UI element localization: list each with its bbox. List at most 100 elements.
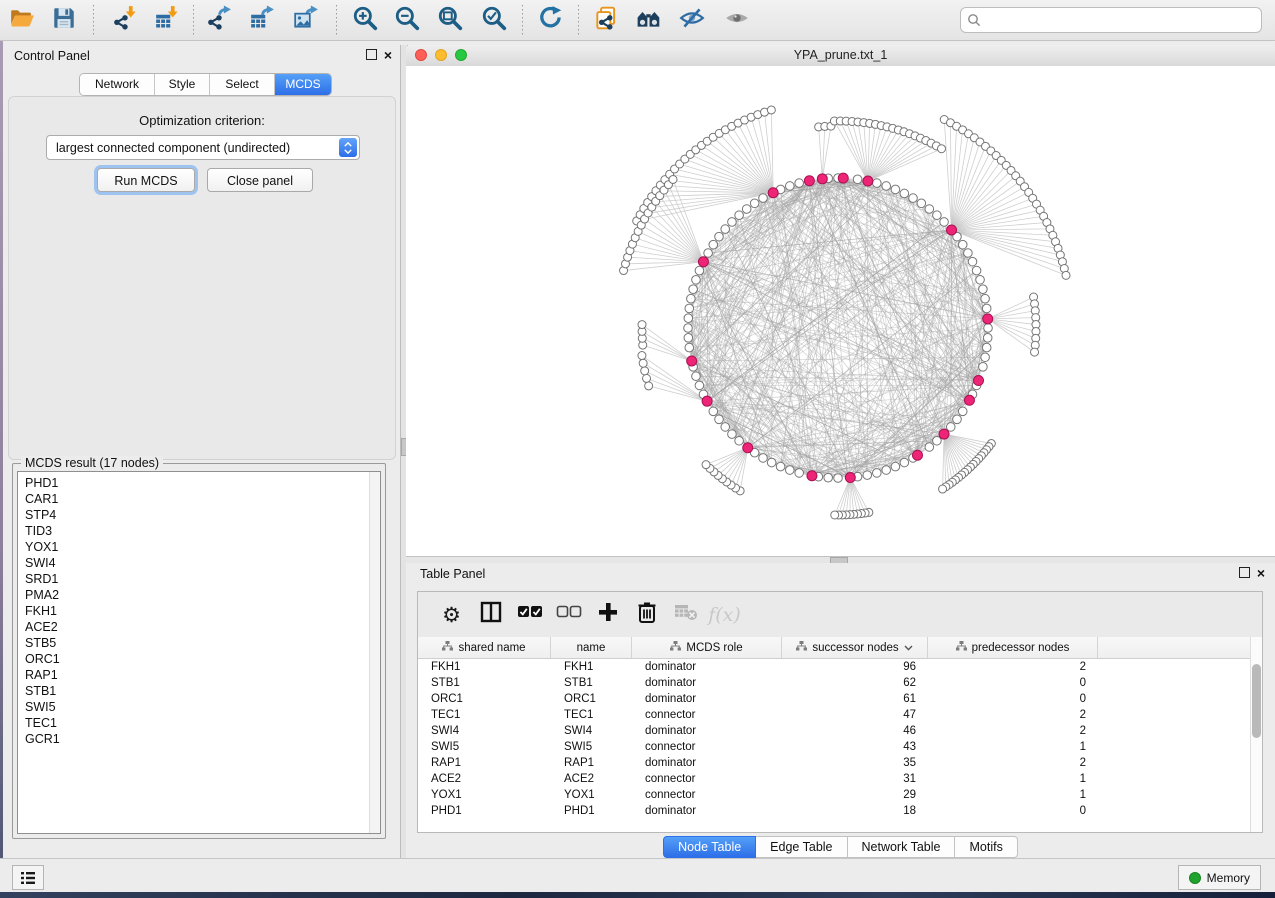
network-node[interactable] (853, 175, 862, 184)
result-node-item[interactable]: RAP1 (18, 667, 380, 683)
result-node-item[interactable]: SRD1 (18, 571, 380, 587)
zoom-selected-button[interactable] (476, 3, 512, 37)
export-network-button[interactable] (201, 3, 237, 37)
show-all-button[interactable] (719, 3, 755, 37)
result-node-item[interactable]: PHD1 (18, 475, 380, 491)
network-node[interactable] (940, 218, 949, 227)
network-hub-node[interactable] (964, 395, 974, 405)
table-row[interactable]: ACE2ACE2connector311 (418, 771, 1250, 787)
table-row[interactable]: SWI4SWI4dominator462 (418, 723, 1250, 739)
deselect-all-rows-button[interactable] (549, 598, 588, 632)
search-input[interactable] (985, 12, 1255, 28)
network-node[interactable] (979, 363, 988, 372)
tab-mcds[interactable]: MCDS (275, 74, 331, 95)
network-node[interactable] (981, 294, 990, 303)
network-leaf-node[interactable] (831, 511, 839, 519)
network-node[interactable] (795, 469, 804, 478)
network-node[interactable] (728, 218, 737, 227)
result-node-item[interactable]: STP4 (18, 507, 380, 523)
network-node[interactable] (953, 415, 962, 424)
float-panel-icon[interactable] (366, 49, 377, 60)
network-node[interactable] (933, 211, 942, 220)
network-leaf-node[interactable] (641, 367, 649, 375)
network-node[interactable] (687, 294, 696, 303)
import-table-button[interactable] (149, 3, 185, 37)
column-header-name[interactable]: name (551, 637, 632, 658)
network-hub-node[interactable] (912, 450, 922, 460)
network-hub-node[interactable] (947, 225, 957, 235)
column-header-predecessor-nodes[interactable]: predecessor nodes (928, 637, 1098, 658)
network-node[interactable] (704, 249, 713, 258)
network-hub-node[interactable] (983, 314, 993, 324)
result-node-item[interactable]: TID3 (18, 523, 380, 539)
export-image-button[interactable] (288, 3, 324, 37)
network-node[interactable] (958, 407, 967, 416)
table-settings-button[interactable]: ⚙ (432, 598, 471, 632)
network-node[interactable] (982, 343, 991, 352)
network-node[interactable] (972, 266, 981, 275)
network-node[interactable] (891, 462, 900, 471)
tab-node-table[interactable]: Node Table (663, 836, 756, 858)
network-leaf-node[interactable] (1062, 271, 1070, 279)
tab-select[interactable]: Select (210, 74, 275, 95)
network-window-titlebar[interactable]: YPA_prune.txt_1 (406, 45, 1275, 67)
result-node-item[interactable]: ORC1 (18, 651, 380, 667)
network-node[interactable] (933, 436, 942, 445)
close-panel-icon[interactable]: × (384, 50, 392, 60)
network-node[interactable] (750, 199, 759, 208)
network-hub-node[interactable] (838, 173, 848, 183)
network-node[interactable] (742, 205, 751, 214)
close-table-panel-icon[interactable]: × (1257, 568, 1265, 578)
network-hub-node[interactable] (974, 376, 984, 386)
column-header-shared-name[interactable]: shared name (418, 637, 551, 658)
table-scrollbar-thumb[interactable] (1252, 664, 1261, 738)
network-node[interactable] (692, 275, 701, 284)
column-header-successor-nodes[interactable]: successor nodes (782, 637, 928, 658)
criterion-select[interactable]: largest connected component (undirected) (46, 135, 360, 160)
network-node[interactable] (684, 314, 693, 323)
network-node[interactable] (684, 324, 693, 333)
network-hub-node[interactable] (804, 176, 814, 186)
network-node[interactable] (900, 189, 909, 198)
network-node[interactable] (984, 324, 993, 333)
network-node[interactable] (721, 225, 730, 234)
network-node[interactable] (728, 430, 737, 439)
delete-column-button[interactable] (627, 598, 666, 632)
network-hub-node[interactable] (939, 429, 949, 439)
export-table-button[interactable] (244, 3, 280, 37)
network-node[interactable] (695, 381, 704, 390)
network-node[interactable] (917, 199, 926, 208)
table-scrollbar[interactable] (1250, 637, 1262, 832)
result-node-item[interactable]: STB1 (18, 683, 380, 699)
float-table-panel-icon[interactable] (1239, 567, 1250, 578)
table-row[interactable]: TEC1TEC1connector472 (418, 707, 1250, 723)
network-node[interactable] (715, 415, 724, 424)
result-node-item[interactable]: FKH1 (18, 603, 380, 619)
network-node[interactable] (909, 194, 918, 203)
result-list-scrollbar[interactable] (369, 472, 380, 833)
network-node[interactable] (795, 179, 804, 188)
tab-motifs[interactable]: Motifs (955, 836, 1017, 858)
import-network-button[interactable] (107, 3, 143, 37)
network-leaf-node[interactable] (702, 461, 710, 469)
network-leaf-node[interactable] (767, 106, 775, 114)
zoom-in-button[interactable] (347, 3, 383, 37)
network-node[interactable] (981, 353, 990, 362)
first-neighbors-button[interactable] (631, 3, 667, 37)
network-node[interactable] (968, 257, 977, 266)
network-node[interactable] (982, 304, 991, 313)
network-leaf-node[interactable] (643, 374, 651, 382)
network-node[interactable] (685, 343, 694, 352)
open-session-button[interactable] (4, 3, 40, 37)
network-leaf-node[interactable] (639, 359, 647, 367)
mcds-result-list[interactable]: PHD1CAR1STP4TID3YOX1SWI4SRD1PMA2FKH1ACE2… (17, 471, 381, 834)
network-node[interactable] (759, 454, 768, 463)
network-hub-node[interactable] (768, 188, 778, 198)
network-leaf-node[interactable] (645, 382, 653, 390)
zoom-fit-button[interactable] (432, 3, 468, 37)
network-leaf-node[interactable] (669, 175, 677, 183)
table-row[interactable]: STB1STB1dominator620 (418, 675, 1250, 691)
table-row[interactable]: SWI5SWI5connector431 (418, 739, 1250, 755)
network-hub-node[interactable] (817, 174, 827, 184)
network-node[interactable] (882, 182, 891, 191)
